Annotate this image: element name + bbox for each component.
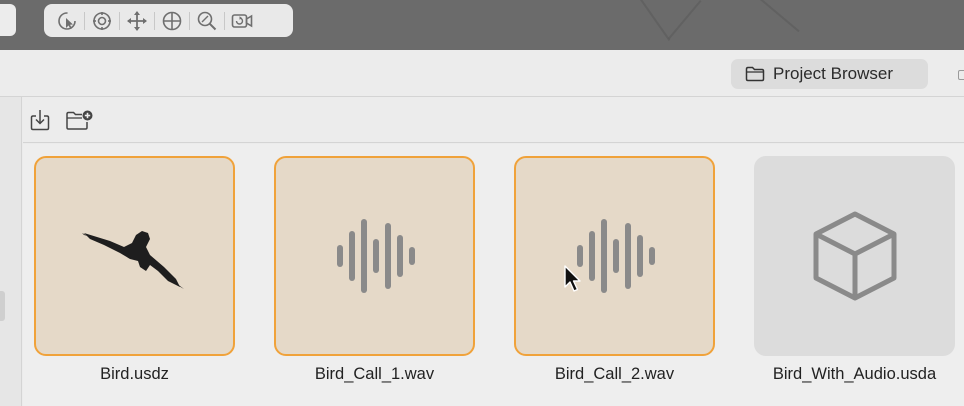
asset-item[interactable]: Bird_Call_2.wav: [514, 156, 715, 384]
new-folder-icon: [66, 110, 93, 130]
asset-name: Bird.usdz: [100, 365, 169, 383]
globe-icon: [162, 11, 182, 30]
project-browser-tab[interactable]: Project Browser: [731, 59, 928, 89]
zoom-icon: [197, 11, 217, 30]
asset-thumbnail[interactable]: [754, 156, 955, 356]
camera-reset-icon: [231, 13, 253, 28]
move-icon: [127, 10, 147, 31]
cube-icon: [813, 211, 896, 301]
zoom-tool-button[interactable]: [190, 4, 224, 37]
viewport-grid-line: [667, 0, 702, 40]
gutter-tab[interactable]: [0, 291, 5, 321]
browser-toolbar: [23, 97, 964, 143]
new-folder-button[interactable]: [63, 107, 95, 133]
asset-thumbnail[interactable]: [274, 156, 475, 356]
asset-grid: Bird.usdz Bird_Call_1.wav Bird_Call_2.wa…: [23, 144, 964, 406]
project-browser-label: Project Browser: [773, 64, 893, 83]
mouse-pointer-icon: [564, 265, 581, 292]
select-tool-button[interactable]: [50, 4, 84, 37]
asset-item[interactable]: Bird.usdz: [34, 156, 235, 384]
orbit-tool-button[interactable]: [85, 4, 119, 37]
select-arrow-icon: [58, 11, 76, 30]
asset-thumbnail[interactable]: [514, 156, 715, 356]
orbit-icon: [93, 11, 111, 30]
viewport[interactable]: [0, 0, 964, 50]
audio-waveform-icon: [336, 219, 415, 293]
viewport-grid-line: [760, 0, 800, 33]
viewport-grid-line: [640, 0, 671, 41]
folder-icon: [745, 66, 765, 82]
import-button[interactable]: [26, 107, 54, 133]
audio-waveform-icon: [576, 219, 655, 293]
panel-edge-icon: [958, 70, 964, 80]
asset-name: Bird_Call_1.wav: [314, 365, 435, 383]
asset-item[interactable]: Bird_With_Audio.usda: [754, 156, 955, 384]
asset-name: Bird_Call_2.wav: [554, 365, 675, 383]
app-window: Project Browser Bird.usdz Bird_Call_1.wa…: [0, 0, 964, 406]
browser-header: Project Browser: [0, 50, 964, 97]
asset-name: Bird_With_Audio.usda: [772, 365, 937, 383]
move-tool-button[interactable]: [120, 4, 154, 37]
bird-model-preview: [81, 231, 184, 289]
viewport-toolbar: [44, 4, 293, 37]
asset-item[interactable]: Bird_Call_1.wav: [274, 156, 475, 384]
globe-tool-button[interactable]: [155, 4, 189, 37]
viewport-left-panel-edge: [0, 4, 16, 36]
import-icon: [30, 110, 50, 131]
left-gutter: [0, 97, 22, 406]
asset-thumbnail[interactable]: [34, 156, 235, 356]
camera-reset-button[interactable]: [225, 4, 259, 37]
